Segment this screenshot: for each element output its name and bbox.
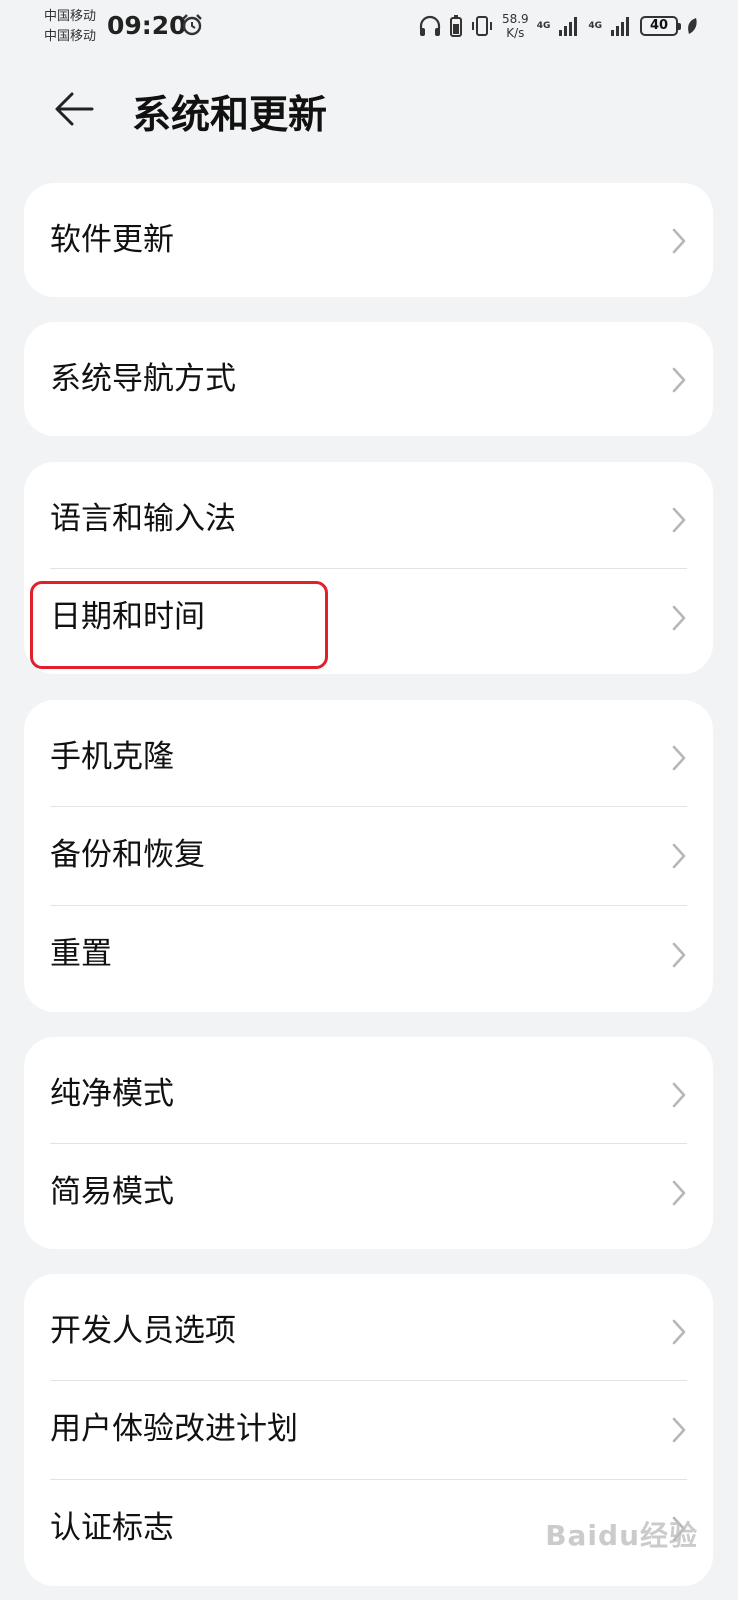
settings-item-label: 简易模式 [50, 1174, 174, 1210]
highlight-box [30, 581, 328, 669]
chevron-right-icon [672, 1417, 686, 1443]
vibrate-icon [471, 16, 492, 36]
network-type-1: 4G [536, 21, 551, 31]
settings-item-label: 手机克隆 [50, 739, 174, 775]
chevron-right-icon [672, 605, 686, 631]
settings-item-label: 重置 [50, 936, 112, 972]
carrier-info: 中国移动 中国移动 [44, 7, 96, 47]
settings-item-phone-clone[interactable]: 手机克隆 [24, 708, 713, 806]
settings-item-label: 语言和输入法 [50, 501, 236, 537]
settings-item-software-update[interactable]: 软件更新 [24, 191, 713, 289]
chevron-right-icon [672, 1180, 686, 1206]
settings-item-pure-mode[interactable]: 纯净模式 [24, 1045, 713, 1143]
page-header: 系统和更新 [0, 60, 738, 160]
settings-item-backup-restore[interactable]: 备份和恢复 [24, 806, 713, 904]
carrier-2: 中国移动 [44, 29, 97, 44]
settings-item-label: 软件更新 [50, 222, 174, 258]
signal-icon-2 [611, 17, 629, 36]
settings-group-1: 软件更新 [24, 183, 713, 297]
settings-group-2: 系统导航方式 [24, 322, 713, 436]
settings-item-label: 系统导航方式 [50, 361, 236, 397]
settings-item-label: 认证标志 [50, 1510, 174, 1546]
signal-icon [559, 17, 578, 36]
network-type-2: 4G [588, 21, 602, 31]
status-bar: 中国移动 中国移动 09:20 58.9 K/s 4G 4G 40 [0, 0, 738, 52]
settings-item-label: 纯净模式 [50, 1076, 174, 1112]
chevron-right-icon [672, 942, 686, 968]
net-speed: 58.9 K/s [502, 12, 529, 40]
settings-item-simple-mode[interactable]: 简易模式 [24, 1143, 713, 1241]
headphone-battery-icon [449, 15, 462, 37]
chevron-right-icon [672, 1082, 686, 1108]
settings-item-developer-options[interactable]: 开发人员选项 [24, 1282, 713, 1380]
net-speed-value: 58.9 [501, 12, 529, 26]
settings-item-label: 开发人员选项 [50, 1313, 236, 1349]
settings-item-user-experience[interactable]: 用户体验改进计划 [24, 1380, 713, 1478]
chevron-right-icon [672, 507, 686, 533]
settings-item-language-input[interactable]: 语言和输入法 [24, 470, 713, 568]
leaf-icon [688, 18, 697, 34]
carrier-1: 中国移动 [44, 9, 97, 24]
chevron-right-icon [672, 843, 686, 869]
alarm-icon [182, 14, 202, 36]
settings-group-5: 纯净模式 简易模式 [24, 1037, 713, 1249]
battery-indicator: 40 [640, 16, 681, 36]
settings-item-reset[interactable]: 重置 [24, 905, 713, 1003]
chevron-right-icon [672, 1319, 686, 1345]
back-arrow-icon[interactable] [50, 85, 98, 133]
chevron-right-icon [672, 745, 686, 771]
settings-item-label: 备份和恢复 [50, 837, 205, 873]
net-speed-unit: K/s [506, 26, 525, 40]
page-title: 系统和更新 [132, 93, 328, 138]
settings-item-navigation[interactable]: 系统导航方式 [24, 330, 713, 428]
settings-group-4: 手机克隆 备份和恢复 重置 [24, 700, 713, 1012]
headphones-icon [419, 15, 441, 36]
settings-item-label: 用户体验改进计划 [50, 1411, 298, 1447]
chevron-right-icon [672, 228, 686, 254]
chevron-right-icon [672, 367, 686, 393]
watermark: Baidu经验 [545, 1519, 698, 1552]
clock: 09:20 [107, 11, 187, 40]
divider [50, 905, 687, 906]
